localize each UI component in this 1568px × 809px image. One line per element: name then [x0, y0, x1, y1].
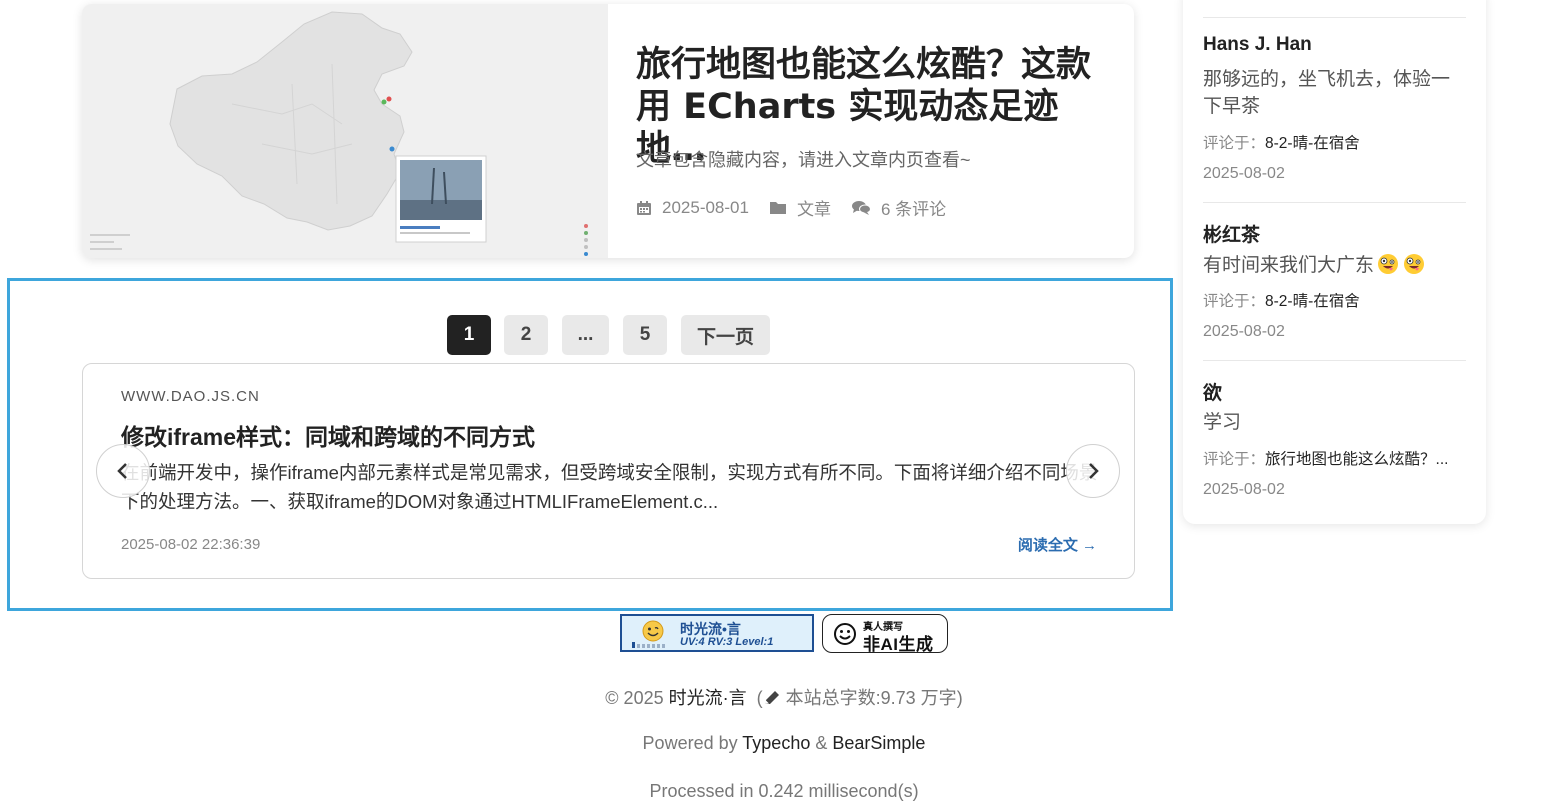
theme-link[interactable]: BearSimple: [832, 733, 925, 753]
comment-on-label: 评论于：: [1203, 451, 1266, 468]
read-more-link[interactable]: 阅读全文 →: [1018, 534, 1097, 555]
footer-powered-by: Powered by Typecho & BearSimple: [0, 733, 1568, 754]
post-body: 旅行地图也能这么炫酷？这款用 ECharts 实现动态足迹地… 文章包含隐藏内容…: [636, 4, 1116, 258]
signal-bars-icon: [632, 642, 665, 648]
comment-date: 2025-08-02: [1203, 323, 1285, 340]
recommend-description: 在前端开发中，操作iframe内部元素样式是常见需求，但受跨域安全限制，实现方式…: [121, 462, 1098, 512]
comments-icon: [851, 200, 871, 215]
counter-stats: UV:4 RV:3 Level:1: [680, 636, 774, 648]
carousel-next-button[interactable]: [1066, 444, 1120, 498]
comment-date: 2025-08-02: [1203, 481, 1285, 498]
comment-divider: [1203, 360, 1466, 361]
human-written-badge[interactable]: 真人撰写 非AI生成: [822, 614, 948, 654]
footer-site-link[interactable]: 时光流·言: [669, 688, 747, 708]
comment-on-label: 评论于：: [1203, 135, 1266, 152]
smiley-face-icon: [642, 620, 664, 642]
post-meta: 2025-08-01 文章 6 条评论: [636, 195, 966, 220]
recommend-title[interactable]: 修改iframe样式：同域和跨域的不同方式: [121, 418, 535, 452]
copyright-year: © 2025: [605, 688, 664, 708]
comment-on-label: 评论于：: [1203, 293, 1266, 310]
page-ellipsis: ...: [562, 315, 609, 355]
comment-date: 2025-08-02: [1203, 165, 1285, 182]
comment-divider: [1203, 17, 1466, 18]
recommend-domain: WWW.DAO.JS.CN: [121, 388, 260, 405]
smile-outline-icon: [834, 623, 856, 645]
page-1-button[interactable]: 1: [447, 315, 491, 355]
recommend-card[interactable]: WWW.DAO.JS.CN 修改iframe样式：同域和跨域的不同方式 在前端开…: [82, 363, 1135, 579]
comment-author[interactable]: Hans J. Han: [1203, 34, 1312, 56]
comment-text[interactable]: 学习: [1203, 409, 1465, 436]
comment-text[interactable]: 有时间来我们大广东: [1203, 252, 1465, 279]
chevron-right-icon: [1089, 463, 1099, 479]
footer-processed-time: Processed in 0.242 millisecond(s): [649, 781, 919, 801]
post-date-text: 2025-08-01: [662, 197, 749, 217]
post-card[interactable]: 旅行地图也能这么炫酷？这款用 ECharts 实现动态足迹地… 文章包含隐藏内容…: [82, 4, 1134, 258]
post-date: 2025-08-01: [636, 198, 749, 218]
human-badge-big-text: 非AI生成: [863, 635, 934, 654]
powered-prefix: Powered by: [642, 733, 738, 753]
comment-post-link[interactable]: 旅行地图也能这么炫酷？...: [1265, 451, 1448, 468]
page-5-button[interactable]: 5: [623, 315, 667, 355]
next-page-button[interactable]: 下一页: [681, 315, 770, 355]
comment-on: 评论于：旅行地图也能这么炫酷？...: [1203, 447, 1448, 469]
comment-author[interactable]: 彬红茶: [1203, 220, 1260, 247]
post-comments[interactable]: 6 条评论: [851, 195, 946, 220]
comment-text[interactable]: 那够远的，坐飞机去，体验一下早茶: [1203, 66, 1465, 120]
page-2-button[interactable]: 2: [504, 315, 548, 355]
post-excerpt: 文章包含隐藏内容，请进入文章内页查看~: [636, 150, 971, 170]
comment-post-link[interactable]: 8-2-晴-在宿舍: [1265, 135, 1360, 152]
post-thumbnail-map[interactable]: [82, 4, 608, 258]
crazy-face-emoji-icon: [1378, 254, 1399, 274]
chevron-left-icon: [117, 463, 127, 479]
carousel-prev-button[interactable]: [96, 444, 150, 498]
typecho-link[interactable]: Typecho: [742, 733, 810, 753]
footer-copyright: © 2025 时光流·言 ( 本站总字数:9.73 万字): [605, 688, 963, 708]
comment-text-body: 有时间来我们大广东: [1203, 255, 1375, 276]
post-comments-text[interactable]: 6 条评论: [881, 195, 946, 220]
pencil-icon: [764, 691, 779, 704]
comment-post-link[interactable]: 8-2-晴-在宿舍: [1265, 293, 1360, 310]
comment-on: 评论于：8-2-晴-在宿舍: [1203, 131, 1360, 153]
recent-comments-widget: Hans J. Han 那够远的，坐飞机去，体验一下早茶 评论于：8-2-晴-在…: [1183, 0, 1486, 524]
comment-author[interactable]: 欲: [1203, 378, 1222, 405]
folder-icon: [769, 202, 786, 214]
visitor-counter-badge[interactable]: 时光流•言 UV:4 RV:3 Level:1: [620, 614, 814, 652]
post-category-text[interactable]: 文章: [797, 195, 831, 220]
comment-divider: [1203, 202, 1466, 203]
recommend-datetime: 2025-08-02 22:36:39: [121, 536, 261, 553]
word-count: 本站总字数:9.73 万字: [785, 688, 957, 708]
calendar-icon: [637, 200, 651, 215]
powered-amp: &: [815, 733, 828, 753]
post-category[interactable]: 文章: [769, 195, 831, 220]
crazy-face-emoji-icon: [1404, 254, 1425, 274]
comment-on: 评论于：8-2-晴-在宿舍: [1203, 289, 1360, 311]
